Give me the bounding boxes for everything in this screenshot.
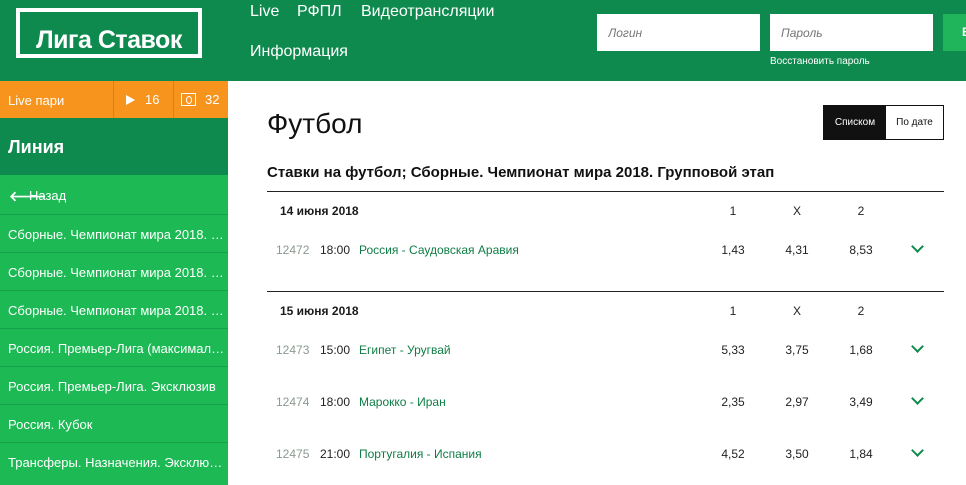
logo-text: Лига Ставок	[36, 26, 182, 54]
chevron-down-icon[interactable]	[911, 392, 924, 405]
odd-x[interactable]: 2,97	[777, 395, 817, 409]
event-link[interactable]: Португалия - Испания	[359, 447, 482, 461]
chevron-down-icon[interactable]	[911, 340, 924, 353]
play-icon	[126, 95, 135, 105]
odd-2[interactable]: 1,84	[841, 447, 881, 461]
event-number: 12473	[276, 343, 310, 357]
odd-2[interactable]: 3,49	[841, 395, 881, 409]
event-number: 12475	[276, 447, 310, 461]
day-date: 14 июня 2018	[280, 204, 359, 218]
event-time: 18:00	[320, 395, 351, 409]
event-row: 12473 15:00 Египет - Уругвай 5,33 3,75 1…	[267, 330, 944, 382]
site-logo[interactable]: Лига Ставок	[16, 8, 202, 58]
site-header: Лига Ставок Live РФПЛ Видеотрансляции Ин…	[0, 0, 966, 81]
view-list-button[interactable]: Списком	[824, 106, 886, 139]
col-header-x: X	[792, 304, 801, 318]
odd-2[interactable]: 1,68	[841, 343, 881, 357]
odd-x[interactable]: 3,75	[777, 343, 817, 357]
event-time: 21:00	[320, 447, 351, 461]
logo-frame-base	[16, 54, 202, 58]
event-link[interactable]: Марокко - Иран	[359, 395, 446, 409]
col-header-2: 2	[857, 304, 865, 318]
sidebar-list: Сборные. Чемпионат мира 2018. Групповой …	[0, 214, 228, 480]
field-icon	[181, 93, 196, 106]
col-header-x: X	[792, 204, 801, 218]
sidebar: Live пари 16 32 Линия 🡐 Назад Сборные. Ч…	[0, 81, 228, 485]
col-header-1: 1	[729, 304, 737, 318]
live-bets-link[interactable]: Live пари	[8, 93, 64, 108]
odd-x[interactable]: 4,31	[777, 243, 817, 257]
sidebar-item[interactable]: Сборные. Чемпионат мира 2018. Групповой …	[0, 214, 228, 252]
odd-2[interactable]: 8,53	[841, 243, 881, 257]
login-field[interactable]	[597, 14, 760, 51]
day-header: 15 июня 2018 1 X 2	[267, 292, 944, 330]
sidebar-item[interactable]: Россия. Кубок	[0, 404, 228, 442]
odd-x[interactable]: 3,50	[777, 447, 817, 461]
event-number: 12472	[276, 243, 310, 257]
sidebar-item[interactable]: Сборные. Чемпионат мира 2018. Специальны…	[0, 290, 228, 328]
event-time: 18:00	[320, 243, 351, 257]
day-block: 15 июня 2018 1 X 2 12473 15:00 Египет - …	[267, 291, 944, 485]
nav-info[interactable]: Информация	[250, 43, 348, 61]
sidebar-item[interactable]: Россия. Премьер-Лига (максимальные ставк…	[0, 328, 228, 366]
col-header-2: 2	[857, 204, 865, 218]
page-title: Футбол	[267, 108, 363, 139]
event-time: 15:00	[320, 343, 351, 357]
day-header: 14 июня 2018 1 X 2	[267, 192, 944, 230]
event-number: 12474	[276, 395, 310, 409]
sidebar-item[interactable]: Россия. Премьер-Лига. Эксклюзив	[0, 366, 228, 404]
view-toggle: Списком По дате	[823, 105, 944, 140]
odd-1[interactable]: 5,33	[713, 343, 753, 357]
back-label: Назад	[29, 188, 67, 203]
event-link[interactable]: Египет - Уругвай	[359, 343, 451, 357]
event-row: 12475 21:00 Португалия - Испания 4,52 3,…	[267, 434, 944, 485]
chevron-down-icon[interactable]	[911, 444, 924, 457]
restore-password-link[interactable]: Восстановить пароль	[770, 56, 870, 67]
live-count: 16	[145, 92, 160, 107]
sidebar-item[interactable]: Трансферы. Назначения. Эксклюзив	[0, 442, 228, 480]
day-block: 14 июня 2018 1 X 2 12472 18:00 Россия - …	[267, 191, 944, 282]
day-date: 15 июня 2018	[280, 304, 359, 318]
odd-1[interactable]: 2,35	[713, 395, 753, 409]
nav-live[interactable]: Live	[250, 3, 279, 21]
nav-rfpl[interactable]: РФПЛ	[297, 3, 342, 21]
password-field[interactable]	[770, 14, 933, 51]
col-header-1: 1	[729, 204, 737, 218]
video-count-button[interactable]: 32	[173, 81, 228, 118]
login-button[interactable]: В	[943, 14, 966, 51]
back-link[interactable]: 🡐 Назад	[0, 177, 228, 213]
sidebar-section-title: Линия	[0, 118, 228, 175]
odd-1[interactable]: 4,52	[713, 447, 753, 461]
odd-1[interactable]: 1,43	[713, 243, 753, 257]
video-count: 32	[205, 92, 220, 107]
live-bar: Live пари 16 32	[0, 81, 228, 118]
sidebar-item[interactable]: Сборные. Чемпионат мира 2018. Победитель	[0, 252, 228, 290]
event-row: 12472 18:00 Россия - Саудовская Аравия 1…	[267, 230, 944, 282]
chevron-down-icon[interactable]	[911, 240, 924, 253]
championship-title: Ставки на футбол; Сборные. Чемпионат мир…	[267, 164, 775, 181]
live-count-button[interactable]: 16	[113, 81, 173, 118]
main-content: Футбол Списком По дате Ставки на футбол;…	[228, 81, 966, 485]
view-date-button[interactable]: По дате	[886, 106, 943, 139]
nav-video[interactable]: Видеотрансляции	[361, 3, 494, 21]
event-row: 12474 18:00 Марокко - Иран 2,35 2,97 3,4…	[267, 382, 944, 434]
event-link[interactable]: Россия - Саудовская Аравия	[359, 243, 519, 257]
